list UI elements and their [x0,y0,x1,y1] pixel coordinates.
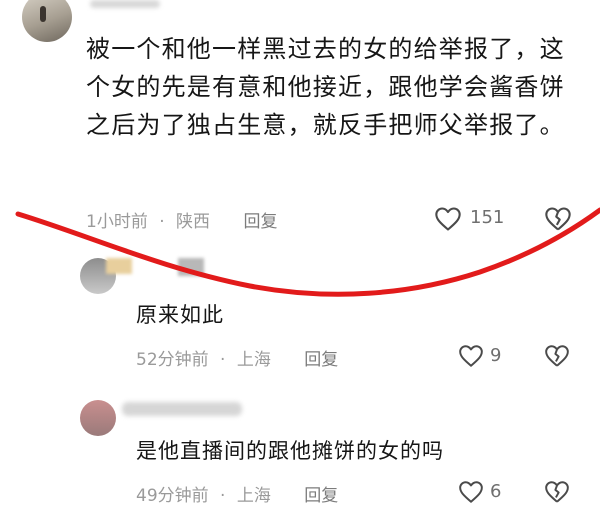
reply-location: 上海 [236,486,271,506]
reply-button[interactable]: 回复 [243,212,277,232]
like-button[interactable]: 9 [458,343,518,371]
username-blurred[interactable] [122,402,242,416]
avatar[interactable] [80,400,116,436]
like-count: 151 [470,207,505,228]
reply-button[interactable]: 回复 [304,486,338,506]
dislike-button[interactable] [544,344,570,368]
heart-icon [459,481,483,503]
comment-time: 1小时前 [86,212,148,232]
reply-text: 原来如此 [136,303,224,327]
meta-separator: · [159,212,165,232]
like-count: 9 [490,345,502,366]
like-count: 6 [490,481,502,502]
meta-separator: · [220,486,226,506]
reply-location: 上海 [236,350,271,370]
reply-meta: 49分钟前 · 上海 回复 [136,481,338,506]
reply-time: 49分钟前 [136,486,209,506]
username-blurred[interactable] [90,0,160,8]
reply-button[interactable]: 回复 [304,350,338,370]
reply-text: 是他直播间的跟他摊饼的女的吗 [136,439,444,463]
broken-heart-icon [545,207,571,231]
comment-text: 被一个和他一样黑过去的女的给举报了，这个女的先是有意和他接近，跟他学会酱香饼之后… [86,35,565,139]
dislike-button[interactable] [544,206,572,232]
broken-heart-icon [545,345,569,367]
username-blurred[interactable] [178,258,204,276]
meta-separator: · [220,350,226,370]
broken-heart-icon [545,481,569,503]
reply-time: 52分钟前 [136,350,209,370]
avatar[interactable] [22,0,72,42]
comment-meta: 1小时前 · 陕西 回复 [86,207,277,232]
comment-location: 陕西 [176,212,211,232]
username-blurred[interactable] [106,258,132,274]
dislike-button[interactable] [544,480,570,504]
like-button[interactable]: 6 [458,479,518,507]
reply-meta: 52分钟前 · 上海 回复 [136,345,338,370]
heart-icon [435,207,461,231]
like-button[interactable]: 151 [434,205,516,233]
heart-icon [459,345,483,367]
